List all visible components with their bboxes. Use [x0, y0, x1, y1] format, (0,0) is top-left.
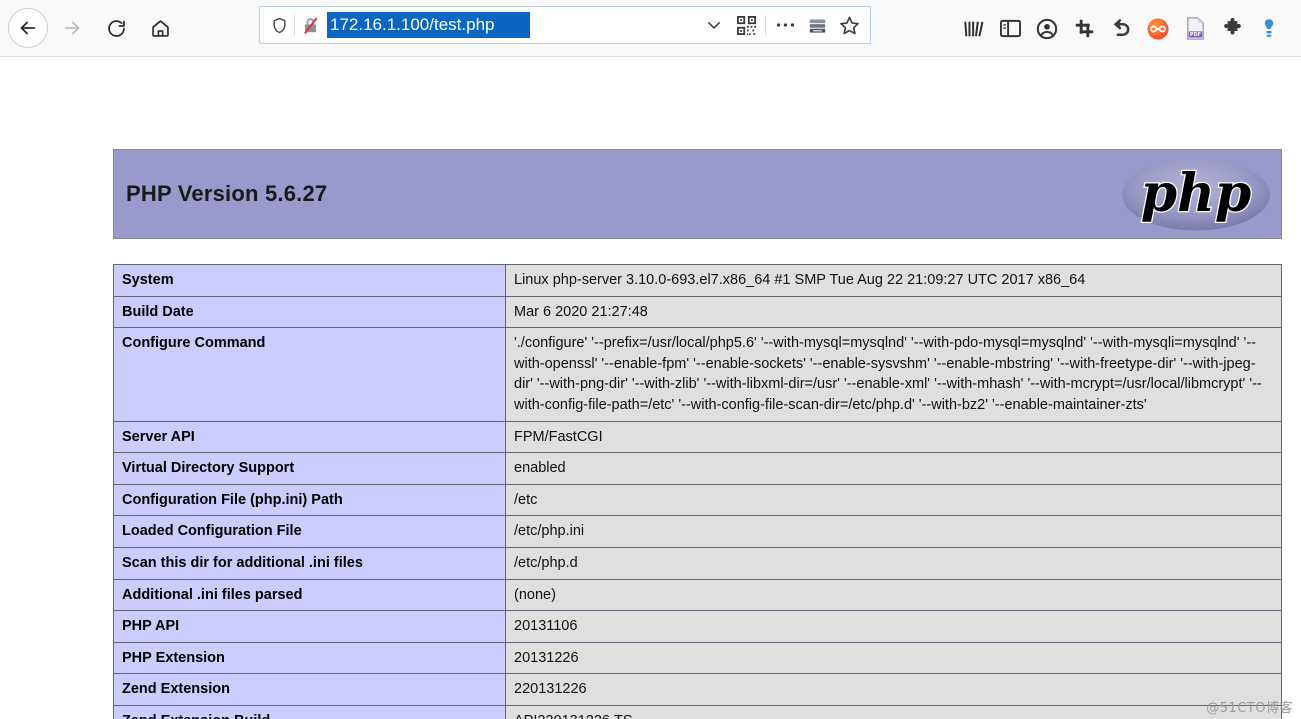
phpinfo-table: System Linux php-server 3.10.0-693.el7.x… — [113, 264, 1282, 719]
table-row: Configure Command './configure' '--prefi… — [113, 327, 1282, 422]
qr-code-icon[interactable] — [731, 12, 761, 38]
php-logo: php — [1118, 153, 1274, 236]
screenshot-crop-icon[interactable] — [1071, 15, 1097, 43]
reader-save-icon[interactable] — [802, 12, 832, 38]
table-row: Virtual Directory Support enabled — [113, 452, 1282, 485]
table-row: System Linux php-server 3.10.0-693.el7.x… — [113, 264, 1282, 297]
page-title: PHP Version 5.6.27 — [126, 181, 328, 206]
table-cell-key: Scan this dir for additional .ini files — [113, 546, 506, 580]
table-cell-value: /etc — [505, 483, 1282, 517]
table-cell-key: Zend Extension Build — [113, 704, 506, 719]
reload-button[interactable] — [96, 8, 136, 48]
url-input[interactable]: 172.16.1.100/test.php — [327, 12, 530, 38]
php-logo-text: php — [1141, 163, 1252, 224]
table-cell-value: FPM/FastCGI — [505, 420, 1282, 454]
shield-icon[interactable] — [266, 12, 292, 38]
table-cell-value: Linux php-server 3.10.0-693.el7.x86_64 #… — [505, 264, 1282, 297]
browser-toolbar: 172.16.1.100/test.php PDF — [0, 0, 1301, 57]
more-dots-icon[interactable] — [770, 12, 800, 38]
star-icon[interactable] — [834, 12, 864, 38]
address-bar-container[interactable]: 172.16.1.100/test.php — [259, 6, 871, 44]
table-cell-value: enabled — [505, 452, 1282, 485]
table-cell-value: 20131106 — [505, 610, 1282, 643]
forward-button[interactable] — [52, 8, 92, 48]
table-cell-value: API220131226,TS — [505, 704, 1282, 719]
table-row: Zend Extension Build API220131226,TS — [113, 704, 1282, 719]
phpinfo-header-banner: PHP Version 5.6.27 php — [113, 149, 1282, 239]
broken-lock-glyph — [303, 17, 317, 34]
table-row: Configuration File (php.ini) Path /etc — [113, 483, 1282, 517]
arrow-right-icon — [64, 21, 80, 35]
table-cell-key: System — [113, 264, 506, 297]
table-cell-key: Configure Command — [113, 327, 506, 422]
table-cell-value: /etc/php.d — [505, 546, 1282, 580]
urlbar-actions — [699, 12, 864, 38]
urlbar-divider — [294, 15, 295, 35]
library-icon[interactable] — [960, 15, 986, 43]
home-icon — [151, 19, 169, 37]
table-row: Loaded Configuration File /etc/php.ini — [113, 515, 1282, 548]
reload-icon — [107, 19, 125, 37]
infinity-icon[interactable] — [1145, 15, 1171, 43]
svg-text:PDF: PDF — [1189, 32, 1200, 38]
urlbar-divider-2 — [765, 15, 766, 35]
navigation-buttons — [0, 8, 180, 48]
browser-extension-toolbar: PDF — [960, 0, 1282, 57]
sidebar-icon[interactable] — [997, 15, 1023, 43]
undo-icon[interactable] — [1108, 15, 1134, 43]
table-row: Additional .ini files parsed (none) — [113, 578, 1282, 612]
pdf-icon[interactable]: PDF — [1182, 15, 1208, 43]
download-blue-icon[interactable] — [1256, 15, 1282, 43]
table-row: Scan this dir for additional .ini files … — [113, 546, 1282, 580]
back-button[interactable] — [8, 8, 48, 48]
table-row: PHP Extension 20131226 — [113, 641, 1282, 675]
table-cell-key: Configuration File (php.ini) Path — [113, 483, 506, 517]
table-cell-key: PHP Extension — [113, 641, 506, 675]
table-cell-value: (none) — [505, 578, 1282, 612]
page-content: PHP Version 5.6.27 php System Linux php-… — [0, 57, 1301, 719]
broken-lock-icon[interactable] — [297, 12, 323, 38]
table-cell-key: Zend Extension — [113, 673, 506, 706]
account-icon[interactable] — [1034, 15, 1060, 43]
table-cell-value: 220131226 — [505, 673, 1282, 706]
table-row: Build Date Mar 6 2020 21:27:48 — [113, 295, 1282, 329]
home-button[interactable] — [140, 8, 180, 48]
table-row: Server API FPM/FastCGI — [113, 420, 1282, 454]
table-cell-value: './configure' '--prefix=/usr/local/php5.… — [505, 327, 1282, 422]
table-cell-key: Virtual Directory Support — [113, 452, 506, 485]
watermark: @51CTO博客 — [1206, 701, 1293, 716]
address-bar[interactable]: 172.16.1.100/test.php — [259, 6, 871, 44]
table-cell-key: Server API — [113, 420, 506, 454]
table-cell-key: Loaded Configuration File — [113, 515, 506, 548]
table-cell-value: Mar 6 2020 21:27:48 — [505, 295, 1282, 329]
table-row: Zend Extension 220131226 — [113, 673, 1282, 706]
arrow-left-icon — [20, 21, 36, 35]
phpinfo-table-body: System Linux php-server 3.10.0-693.el7.x… — [113, 264, 1282, 719]
table-cell-key: Build Date — [113, 295, 506, 329]
table-cell-value: 20131226 — [505, 641, 1282, 675]
puzzle-extension-icon[interactable] — [1219, 15, 1245, 43]
table-cell-value: /etc/php.ini — [505, 515, 1282, 548]
table-row: PHP API 20131106 — [113, 610, 1282, 643]
chevron-down-icon[interactable] — [699, 12, 729, 38]
table-cell-key: PHP API — [113, 610, 506, 643]
table-cell-key: Additional .ini files parsed — [113, 578, 506, 612]
